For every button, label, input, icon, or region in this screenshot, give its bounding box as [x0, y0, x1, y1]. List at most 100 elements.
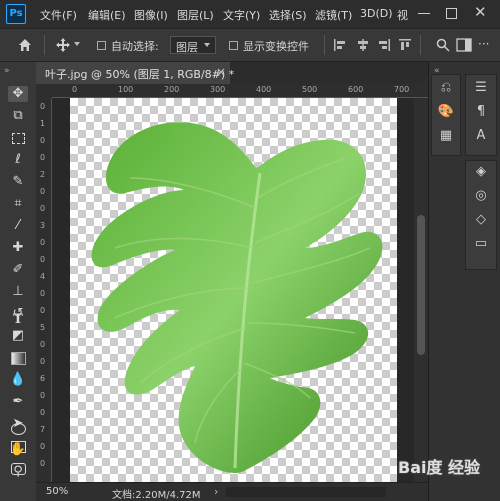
layers-panel-icon[interactable]: ◈	[471, 163, 491, 181]
search-icon[interactable]	[436, 38, 450, 52]
ruler-tick-label: 0	[40, 102, 46, 111]
ruler-tick-label: 0	[40, 238, 46, 247]
move-icon[interactable]	[55, 37, 71, 53]
marquee-icon[interactable]	[8, 130, 28, 146]
status-menu-arrow[interactable]: ›	[214, 485, 218, 498]
menu-select[interactable]: 选择(S)	[269, 7, 307, 23]
brush-icon[interactable]: ✐	[8, 262, 28, 278]
collapse-toolbar-icon[interactable]: »	[4, 66, 10, 76]
menu-type[interactable]: 文字(Y)	[223, 7, 260, 23]
properties-panel-icon[interactable]: ☰	[471, 79, 491, 97]
panel-group-1: ⎌ 🎨 ▦	[431, 74, 461, 156]
zoom-icon[interactable]: ⚲	[8, 464, 28, 480]
menu-bar: Ps 文件(F) 编辑(E) 图像(I) 图层(L) 文字(Y) 选择(S) 滤…	[0, 0, 500, 28]
ruler-tick-label: 0	[40, 340, 46, 349]
pen-icon[interactable]: ✒	[8, 394, 28, 410]
hand-icon[interactable]: ✋	[8, 442, 28, 458]
auto-select-dropdown[interactable]: 图层	[170, 36, 216, 54]
lasso-icon[interactable]: ℓ	[8, 152, 28, 168]
maximize-icon[interactable]	[446, 8, 457, 19]
horizontal-ruler[interactable]: 0100200300400500600700800	[52, 84, 455, 98]
zoom-level[interactable]: 50%	[46, 486, 68, 497]
ruler-tick-label: 1	[40, 119, 46, 128]
ruler-tick-label: 6	[40, 374, 46, 383]
photoshop-logo[interactable]: Ps	[6, 4, 26, 24]
ruler-tick-label: 700	[394, 85, 410, 94]
vertical-ruler[interactable]: 0 1 0 0 2 0 0 3 0 0 4 0 0 5 0 0 6 0 0 7 0 0	[36, 98, 52, 482]
ruler-tick-label: 3	[40, 221, 46, 230]
workspace-icon[interactable]	[456, 38, 472, 52]
ruler-tick-label: 0	[40, 408, 46, 417]
ruler-tick-label: 0	[40, 357, 46, 366]
document-size: 文档:2.20M/4.72M	[112, 490, 201, 501]
close-window-icon[interactable]: ✕	[474, 3, 487, 21]
ruler-tick-label: 200	[164, 85, 180, 94]
character-panel-icon[interactable]: A	[471, 127, 491, 145]
menu-edit[interactable]: 编辑(E)	[88, 7, 126, 23]
ruler-tick-label: 300	[210, 85, 226, 94]
move-icon[interactable]: ✥	[8, 86, 28, 102]
ruler-tick-label: 0	[40, 204, 46, 213]
document-canvas[interactable]	[70, 98, 397, 482]
align-right-icon[interactable]	[377, 38, 391, 52]
ruler-tick-label: 100	[118, 85, 134, 94]
status-bar: 50% 文档:2.20M/4.72M ›	[36, 482, 428, 501]
ruler-tick-label: 400	[256, 85, 272, 94]
menu-layer[interactable]: 图层(L)	[177, 7, 214, 23]
channels-panel-icon[interactable]: ◎	[471, 187, 491, 205]
menu-file[interactable]: 文件(F)	[40, 7, 77, 23]
blur-icon[interactable]: 💧	[8, 372, 28, 388]
ruler-tick-label: 0	[40, 306, 46, 315]
history-panel-icon[interactable]: ⎌	[436, 79, 456, 97]
eyedropper-icon[interactable]: ⁄	[8, 218, 28, 234]
menu-3d[interactable]: 3D(D)	[360, 7, 393, 20]
menu-image[interactable]: 图像(I)	[134, 7, 168, 23]
crop-icon[interactable]: ⌗	[8, 196, 28, 212]
ruler-tick-label: 7	[40, 425, 46, 434]
more-options-icon[interactable]: ···	[478, 37, 489, 51]
panel-group-2: ☰ ¶ A	[465, 74, 497, 156]
document-tab[interactable]: 叶子.jpg @ 50% (图层 1, RGB/8#) * ×	[36, 62, 234, 84]
chevron-down-icon	[204, 43, 210, 47]
options-bar: 自动选择: 图层 显示变换控件 ···	[0, 28, 500, 62]
type-icon[interactable]: T	[8, 312, 28, 328]
align-left-icon[interactable]	[333, 38, 347, 52]
artboard-icon[interactable]: ⧉	[8, 108, 28, 124]
panel-group-3: ◈ ◎ ◇ ▭	[465, 160, 497, 270]
show-transform-checkbox[interactable]	[229, 41, 238, 50]
panel-dock: « ⎌ 🎨 ▦ ☰ ¶ A ◈ ◎ ◇ ▭	[428, 62, 500, 501]
swatches-panel-icon[interactable]: ▦	[436, 127, 456, 145]
vertical-scrollbar-thumb[interactable]	[417, 215, 425, 355]
stamp-icon[interactable]: ⊥	[8, 284, 28, 300]
gradient-icon[interactable]	[8, 350, 28, 366]
chevron-down-icon[interactable]	[74, 42, 80, 46]
baidu-jingyan-watermark: Bai度 经验	[398, 458, 481, 477]
color-panel-icon[interactable]: 🎨	[436, 103, 456, 121]
ellipse-icon[interactable]	[8, 420, 28, 436]
ruler-corner	[36, 84, 52, 98]
ruler-tick-label: 0	[40, 255, 46, 264]
close-tab-icon[interactable]: ×	[216, 65, 226, 79]
quick-select-icon[interactable]: ✎	[8, 174, 28, 190]
ruler-tick-label: 0	[40, 187, 46, 196]
paragraph-panel-icon[interactable]: ¶	[471, 103, 491, 121]
menu-filter[interactable]: 滤镜(T)	[315, 7, 352, 23]
menu-view[interactable]: 视	[397, 7, 408, 23]
align-center-icon[interactable]	[356, 38, 370, 52]
monstera-leaf-image	[91, 122, 383, 473]
auto-select-label: 自动选择:	[111, 40, 159, 53]
ruler-tick-label: 0	[40, 442, 46, 451]
auto-select-checkbox[interactable]	[97, 41, 106, 50]
ruler-tick-label: 0	[40, 289, 46, 298]
paths-panel-icon[interactable]: ◇	[471, 211, 491, 229]
healing-icon[interactable]: ✚	[8, 240, 28, 256]
ruler-tick-label: 0	[40, 153, 46, 162]
ruler-tick-label: 0	[40, 459, 46, 468]
libraries-panel-icon[interactable]: ▭	[471, 235, 491, 253]
minimize-icon[interactable]	[418, 13, 430, 14]
horizontal-scrollbar[interactable]	[226, 487, 386, 497]
home-icon[interactable]	[17, 37, 33, 53]
align-top-icon[interactable]	[398, 38, 412, 52]
eraser-icon[interactable]: ◩	[8, 328, 28, 344]
ruler-tick-label: 0	[40, 136, 46, 145]
